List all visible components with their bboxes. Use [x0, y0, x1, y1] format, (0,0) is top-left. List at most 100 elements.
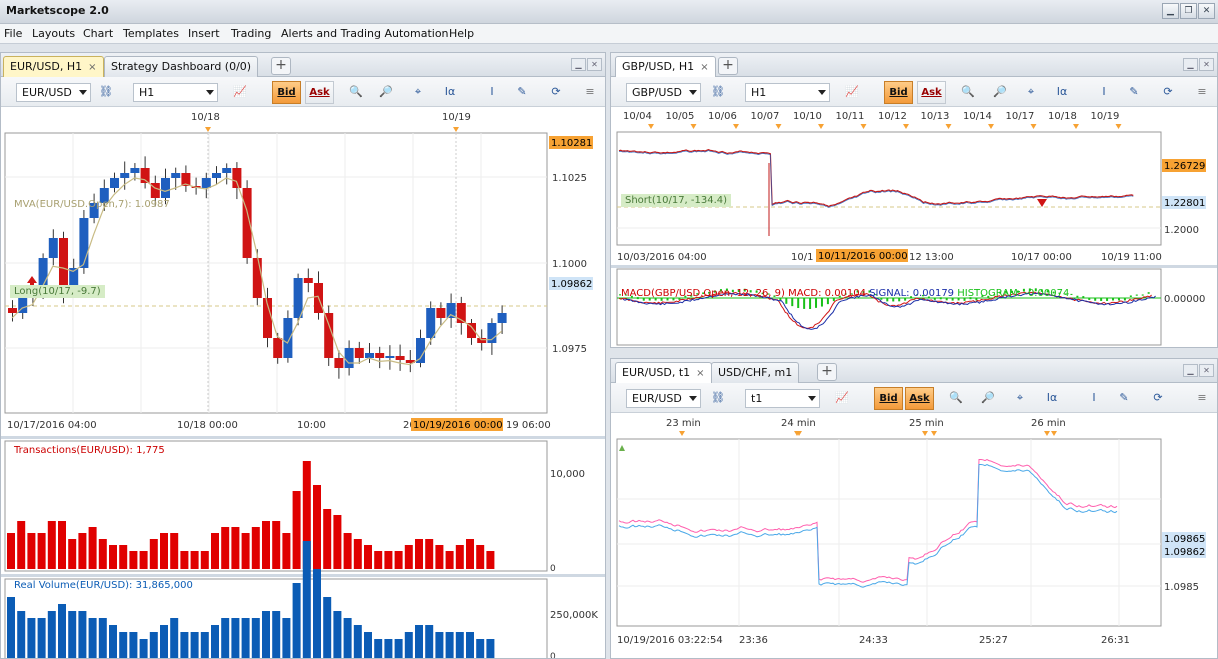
time-axis-label: 10/19 11:00: [1101, 252, 1162, 263]
zoom-out-icon[interactable]: 🔎: [991, 84, 1009, 100]
chevron-down-icon: [808, 396, 816, 401]
cursor-icon[interactable]: ⌖: [1011, 390, 1029, 406]
more-icon[interactable]: ≡: [1193, 390, 1211, 406]
histogram-value: HISTOGRAM: -0.00074: [957, 288, 1070, 299]
link-icon[interactable]: ⛓: [97, 84, 115, 100]
zoom-out-icon[interactable]: 🔎: [979, 390, 997, 406]
date-marker: [988, 124, 994, 129]
panel-close-icon[interactable]: ✕: [1199, 58, 1214, 71]
trendline-icon[interactable]: Ⅰ: [1085, 390, 1103, 406]
zoom-in-icon[interactable]: 🔍: [947, 390, 965, 406]
cursor-icon[interactable]: ⌖: [409, 84, 427, 100]
eurusd-h1-panel: EUR/USD, H1 × Strategy Dashboard (0/0) + …: [0, 52, 606, 659]
minimize-icon[interactable]: ▁: [1162, 3, 1179, 19]
close-icon[interactable]: ×: [700, 62, 708, 73]
menu-file[interactable]: File: [4, 27, 22, 40]
properties-icon[interactable]: ✎: [1125, 84, 1143, 100]
add-tab-button[interactable]: +: [817, 363, 837, 381]
link-icon[interactable]: ⛓: [709, 390, 727, 406]
zoom-in-icon[interactable]: 🔍: [347, 84, 365, 100]
link-icon[interactable]: ⛓: [709, 84, 727, 100]
more-icon[interactable]: ≡: [1193, 84, 1211, 100]
tab-gbpusd-h1[interactable]: GBP/USD, H1 ×: [615, 56, 716, 77]
chart-type-icon[interactable]: 📈: [833, 390, 851, 406]
timeframe-select[interactable]: t1: [745, 389, 820, 408]
symbol-select[interactable]: EUR/USD: [626, 389, 701, 408]
menu-templates[interactable]: Templates: [123, 27, 179, 40]
more-icon[interactable]: ≡: [581, 84, 599, 100]
bid-button[interactable]: Bid: [272, 81, 301, 104]
bid-button[interactable]: Bid: [884, 81, 913, 104]
tab-eurusd-h1[interactable]: EUR/USD, H1 ×: [3, 56, 104, 78]
close-icon[interactable]: ✕: [1198, 3, 1215, 19]
timeframe-select[interactable]: H1: [133, 83, 218, 102]
histogram-bar: [1070, 293, 1073, 295]
minute-marker: [1044, 431, 1050, 436]
candle-body: [436, 308, 446, 318]
panel-minimize-icon[interactable]: ▁: [1183, 364, 1198, 377]
indicator-icon[interactable]: Iα: [1043, 390, 1061, 406]
menu-trading[interactable]: Trading: [231, 27, 271, 40]
panel-minimize-icon[interactable]: ▁: [1183, 58, 1198, 71]
indicator-icon[interactable]: Iα: [1053, 84, 1071, 100]
minute-marker: [922, 431, 928, 436]
properties-icon[interactable]: ✎: [513, 84, 531, 100]
ask-button[interactable]: Ask: [305, 81, 334, 104]
close-icon[interactable]: ×: [88, 62, 96, 73]
chart-type-icon[interactable]: 📈: [843, 84, 861, 100]
title-bar: Marketscope 2.0 ▁ ❐ ✕: [0, 0, 1218, 24]
menu-help[interactable]: Help: [449, 27, 474, 40]
symbol-select[interactable]: EUR/USD: [16, 83, 91, 102]
menu-chart[interactable]: Chart: [83, 27, 113, 40]
candle-body: [120, 173, 130, 178]
refresh-icon[interactable]: ⟳: [1149, 390, 1167, 406]
histogram-bar: [1147, 292, 1150, 294]
candle-body: [293, 278, 303, 318]
transaction-bar: [313, 485, 321, 569]
refresh-icon[interactable]: ⟳: [547, 84, 565, 100]
properties-icon[interactable]: ✎: [1115, 390, 1133, 406]
zoom-out-icon[interactable]: 🔎: [377, 84, 395, 100]
menu-alerts-and-trading-automation[interactable]: Alerts and Trading Automation: [281, 27, 449, 40]
tick-frame: [616, 438, 1162, 627]
add-tab-button[interactable]: +: [718, 57, 738, 75]
tab-eurusd-t1[interactable]: EUR/USD, t1 ×: [615, 362, 712, 383]
histogram-bar: [797, 298, 800, 309]
volume-bar: [88, 618, 97, 658]
volume-bar: [343, 618, 352, 658]
close-icon[interactable]: ×: [696, 368, 704, 379]
tab-strategy-dashboard[interactable]: Strategy Dashboard (0/0): [104, 56, 259, 77]
time-axis-label: 10:00: [297, 420, 326, 431]
gbp-tab-bar: GBP/USD, H1 × + ▁ ✕: [611, 53, 1217, 77]
zoom-in-icon[interactable]: 🔍: [959, 84, 977, 100]
real-volume-label: Real Volume(EUR/USD): 31,865,000: [14, 580, 193, 591]
minute-label: 23 min: [666, 418, 701, 429]
indicator-icon[interactable]: Iα: [441, 84, 459, 100]
timeframe-select[interactable]: H1: [745, 83, 830, 102]
chart-type-icon[interactable]: 📈: [231, 84, 249, 100]
histogram-bar: [1117, 298, 1120, 301]
tab-usdchf-m1[interactable]: USD/CHF, m1: [711, 362, 800, 383]
volume-bar: [139, 639, 148, 658]
ask-button[interactable]: Ask: [917, 81, 946, 104]
volume-bar: [394, 639, 403, 658]
menu-layouts[interactable]: Layouts: [32, 27, 75, 40]
date-marker: [690, 124, 697, 129]
menu-insert[interactable]: Insert: [188, 27, 220, 40]
trendline-icon[interactable]: Ⅰ: [483, 84, 501, 100]
trendline-icon[interactable]: Ⅰ: [1095, 84, 1113, 100]
panel-minimize-icon[interactable]: ▁: [571, 58, 586, 71]
date-label: 10/17: [1006, 111, 1035, 122]
refresh-icon[interactable]: ⟳: [1159, 84, 1177, 100]
ask-button[interactable]: Ask: [905, 387, 934, 410]
add-tab-button[interactable]: +: [271, 57, 291, 75]
panel-close-icon[interactable]: ✕: [1199, 364, 1214, 377]
transaction-bar: [476, 545, 485, 569]
symbol-select[interactable]: GBP/USD: [626, 83, 701, 102]
cursor-icon[interactable]: ⌖: [1022, 84, 1040, 100]
bid-button[interactable]: Bid: [874, 387, 903, 410]
panel-close-icon[interactable]: ✕: [587, 58, 602, 71]
tab-label: GBP/USD, H1: [622, 60, 695, 73]
volume-bar: [313, 569, 321, 658]
restore-icon[interactable]: ❐: [1180, 3, 1197, 19]
